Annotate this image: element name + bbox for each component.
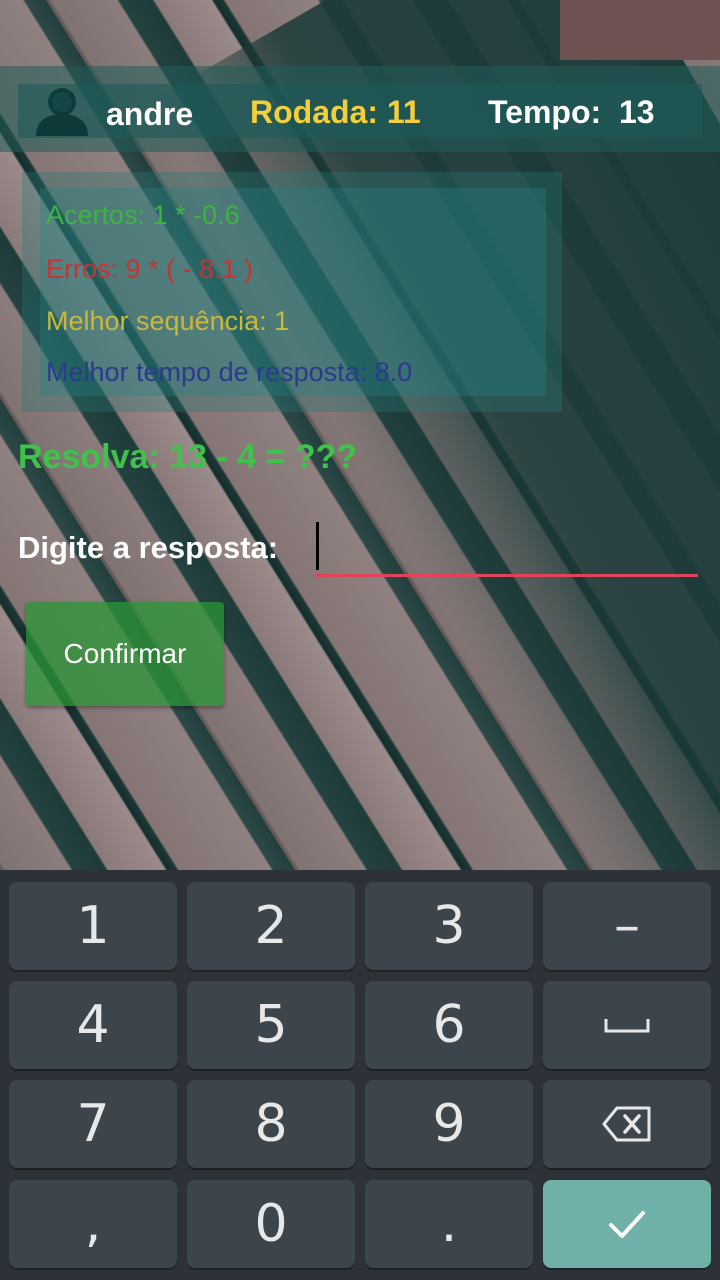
key-4[interactable]: 4 bbox=[9, 981, 177, 1069]
space-icon bbox=[604, 1019, 650, 1033]
key-backspace[interactable] bbox=[543, 1080, 711, 1168]
key-3[interactable]: 3 bbox=[365, 882, 533, 970]
answer-label: Digite a resposta: bbox=[18, 530, 279, 565]
text-caret bbox=[316, 522, 319, 570]
stat-hits: Acertos: 1 * -0.6 bbox=[46, 200, 240, 230]
key-7[interactable]: 7 bbox=[9, 1080, 177, 1168]
key-1[interactable]: 1 bbox=[9, 882, 177, 970]
key-minus[interactable]: – bbox=[543, 882, 711, 970]
answer-input[interactable] bbox=[316, 518, 702, 580]
stat-best-response-time: Melhor tempo de resposta: 8.0 bbox=[46, 357, 413, 387]
answer-underline bbox=[316, 574, 698, 577]
confirm-button[interactable]: Confirmar bbox=[26, 602, 224, 706]
key-5[interactable]: 5 bbox=[187, 981, 355, 1069]
key-6[interactable]: 6 bbox=[365, 981, 533, 1069]
key-0[interactable]: 0 bbox=[187, 1180, 355, 1268]
key-enter[interactable] bbox=[543, 1180, 711, 1268]
stat-errors: Erros: 9 * ( - 8.1 ) bbox=[46, 254, 254, 284]
numeric-keyboard: 1 2 3 – 4 5 6 7 8 9 , 0 . bbox=[0, 870, 720, 1280]
time-counter: Tempo: 13 bbox=[488, 94, 655, 130]
stat-best-streak: Melhor sequência: 1 bbox=[46, 306, 290, 336]
key-space[interactable] bbox=[543, 981, 711, 1069]
key-9[interactable]: 9 bbox=[365, 1080, 533, 1168]
user-icon bbox=[36, 88, 88, 136]
problem-text: Resolva: 13 - 4 = ??? bbox=[18, 438, 358, 476]
round-counter: Rodada: 11 bbox=[250, 94, 421, 130]
key-8[interactable]: 8 bbox=[187, 1080, 355, 1168]
background-corner bbox=[560, 0, 720, 60]
check-icon bbox=[609, 1211, 645, 1238]
username: andre bbox=[106, 96, 194, 132]
key-period[interactable]: . bbox=[365, 1180, 533, 1268]
key-comma[interactable]: , bbox=[9, 1180, 177, 1268]
backspace-icon bbox=[602, 1106, 651, 1142]
key-2[interactable]: 2 bbox=[187, 882, 355, 970]
